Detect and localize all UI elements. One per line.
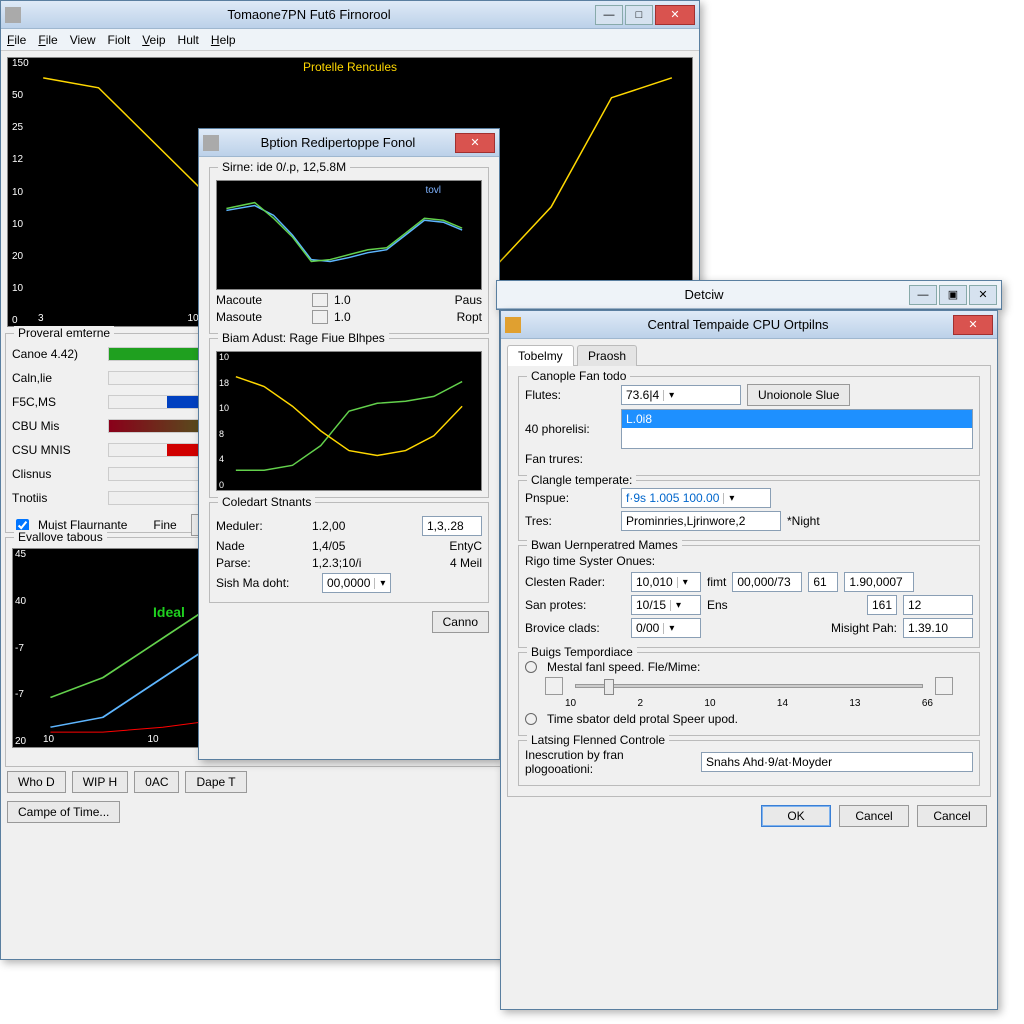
tres-input[interactable] xyxy=(621,511,781,531)
modal1-cancel[interactable]: Canno xyxy=(432,611,489,633)
san-v2[interactable] xyxy=(867,595,897,615)
brovice-v3[interactable] xyxy=(903,618,973,638)
modal2-titlebar: Central Tempaide CPU Ortpilns ✕ xyxy=(501,311,997,339)
san-dropdown[interactable]: 10/15▾ xyxy=(631,595,701,615)
row-tnotiis: Tnotiis xyxy=(12,491,102,505)
speed-slider[interactable] xyxy=(575,684,923,688)
row-csu: CSU MNIS xyxy=(12,443,102,457)
main-title: Tomaone7PN Fut6 Firnorool xyxy=(25,7,593,22)
sime-group: Sirne: ide 0/.p, 12,5.8M tovl Macoute1.0… xyxy=(209,167,489,334)
campe-button[interactable]: Campe of Time... xyxy=(7,801,120,823)
sime-label: Sirne: ide 0/.p, 12,5.8M xyxy=(218,160,350,174)
ok-button[interactable]: OK xyxy=(761,805,831,827)
clesten-dropdown[interactable]: 10,010▾ xyxy=(631,572,701,592)
meduler-v2[interactable] xyxy=(422,516,482,536)
app-icon xyxy=(5,7,21,23)
cancel-button[interactable]: Cancel xyxy=(839,805,909,827)
menu-file[interactable]: File xyxy=(7,33,26,47)
minimize-button[interactable]: — xyxy=(595,5,623,25)
unoionole-button[interactable]: Unoionole Slue xyxy=(747,384,850,406)
san-v3[interactable] xyxy=(903,595,973,615)
phorelisi-list[interactable]: L.0i8 xyxy=(621,409,973,449)
evallove-title: Evallove tabous xyxy=(14,530,107,544)
inescrution-input[interactable] xyxy=(701,752,973,772)
row-caln: Caln,lie xyxy=(12,371,102,385)
bam-title: Biam Adust: Rage Fiue Blhpes xyxy=(218,331,389,345)
futes-dropdown[interactable]: 73.6|4▾ xyxy=(621,385,741,405)
menu-file2[interactable]: File xyxy=(38,33,57,47)
menubar: File File View Fiolt Veip Hult Help xyxy=(1,29,699,51)
menu-hult[interactable]: Hult xyxy=(178,33,199,47)
chevron-down-icon: ▾ xyxy=(670,600,686,611)
menu-fiolt[interactable]: Fiolt xyxy=(108,33,131,47)
tab-praosh[interactable]: Praosh xyxy=(577,345,637,366)
coledart-group: Coledart Stnants Meduler:1.2,00 Nade1,4/… xyxy=(209,502,489,603)
clesten-v3[interactable] xyxy=(844,572,914,592)
outer-min[interactable]: — xyxy=(909,285,937,305)
chevron-down-icon: ▾ xyxy=(723,493,739,504)
chevron-down-icon: ▾ xyxy=(663,390,679,401)
coledart-title: Coledart Stnants xyxy=(218,495,315,509)
menu-view[interactable]: View xyxy=(70,33,96,47)
row-clisnus: Clisnus xyxy=(12,467,102,481)
row-canoe: Canoe 4.42) xyxy=(12,347,102,361)
menu-help[interactable]: Help xyxy=(211,33,236,47)
pnspue-dropdown[interactable]: f·9s 1.005 100.00▾ xyxy=(621,488,771,508)
modal2-close[interactable]: ✕ xyxy=(953,315,993,335)
sish-dropdown[interactable]: 00,0000▾ xyxy=(322,573,391,593)
chevron-down-icon: ▾ xyxy=(663,623,679,634)
modal2-outer-titlebar: Detciw — ▣ ✕ xyxy=(497,281,1001,309)
canople-group: Canople Fan todo Flutes: 73.6|4▾ Unoiono… xyxy=(518,376,980,476)
slider-end-icon xyxy=(935,677,953,695)
bam-chart: 101810840 xyxy=(216,351,482,491)
slider-thumb[interactable] xyxy=(604,679,614,695)
modal1-icon xyxy=(203,135,219,151)
modal2-icon xyxy=(505,317,521,333)
cancel2-button[interactable]: Cancel xyxy=(917,805,987,827)
outer-max[interactable]: ▣ xyxy=(939,285,967,305)
phorelisi-selected[interactable]: L.0i8 xyxy=(622,410,972,428)
latsing-group: Latsing Flenned Controle Inescrution by … xyxy=(518,740,980,786)
clesten-v2[interactable] xyxy=(808,572,838,592)
dapet-button[interactable]: Dape T xyxy=(185,771,246,793)
wiph-button[interactable]: WIP H xyxy=(72,771,128,793)
buigs-group: Buigs Tempordiace Mestal fanl speed. Fle… xyxy=(518,652,980,736)
proveral-title: Proveral emterne xyxy=(14,326,114,340)
radio-time[interactable] xyxy=(525,713,537,725)
modal1-titlebar: Bption Redipertoppe Fonol ✕ xyxy=(199,129,499,157)
menu-veip[interactable]: Veip xyxy=(142,33,165,47)
modal2-outer-title: Detciw xyxy=(501,287,907,302)
clangle-group: Clangle temperate: Pnspue: f·9s 1.005 10… xyxy=(518,480,980,541)
ideal-label: Ideal xyxy=(153,604,185,620)
0ac-button[interactable]: 0AC xyxy=(134,771,179,793)
modal1-title: Bption Redipertoppe Fonol xyxy=(223,135,453,150)
modal1-close[interactable]: ✕ xyxy=(455,133,495,153)
clesten-v1[interactable] xyxy=(732,572,802,592)
close-button[interactable]: ✕ xyxy=(655,5,695,25)
modal2-title: Central Tempaide CPU Ortpilns xyxy=(525,317,951,332)
bam-group: Biam Adust: Rage Fiue Blhpes 101810840 xyxy=(209,338,489,498)
row-cbu: CBU Mis xyxy=(12,419,102,433)
bwan-group: Bwan Uernperatred Mames Rigo time Syster… xyxy=(518,545,980,648)
radio-speed[interactable] xyxy=(525,661,537,673)
sime-chart: tovl xyxy=(216,180,482,290)
maximize-button[interactable]: □ xyxy=(625,5,653,25)
chevron-down-icon: ▾ xyxy=(677,577,693,588)
slider-start-icon xyxy=(545,677,563,695)
outer-close[interactable]: ✕ xyxy=(969,285,997,305)
tab-tobelmy[interactable]: Tobelmy xyxy=(507,345,574,366)
main-titlebar: Tomaone7PN Fut6 Firnorool — □ ✕ xyxy=(1,1,699,29)
row-f5c: F5C,MS xyxy=(12,395,102,409)
chevron-down-icon: ▾ xyxy=(374,578,390,589)
brovice-dropdown[interactable]: 0/00▾ xyxy=(631,618,701,638)
chart1-title: Protelle Rencules xyxy=(8,60,692,74)
whod-button[interactable]: Who D xyxy=(7,771,66,793)
